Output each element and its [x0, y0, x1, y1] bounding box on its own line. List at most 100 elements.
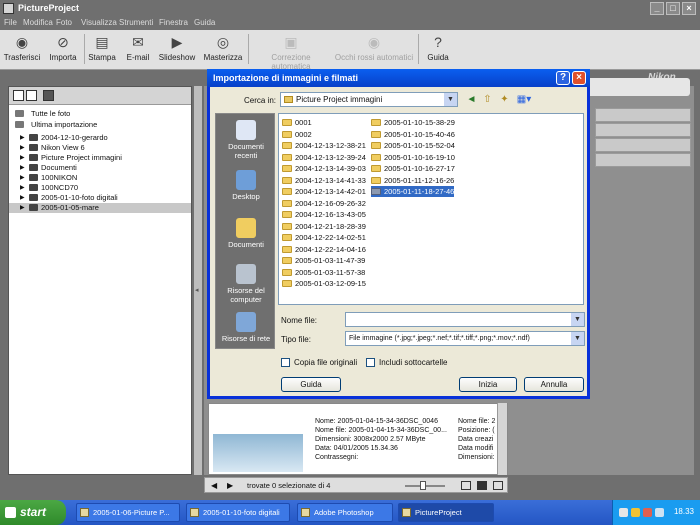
back-icon[interactable]: ◄ — [466, 94, 477, 105]
tree-item[interactable]: ▶ 100NIKON — [9, 173, 191, 183]
slideshow-button[interactable]: ▶ Slideshow — [157, 34, 197, 62]
tray-icon[interactable] — [619, 508, 628, 517]
expand-arrow-icon[interactable]: ▶ — [20, 153, 25, 163]
correzione-automatica-button[interactable]: ▣ Correzione automatica — [252, 34, 330, 71]
checkbox-box[interactable] — [366, 358, 375, 367]
up-folder-icon[interactable]: ⇧ — [482, 94, 493, 105]
zoom-slider-thumb[interactable] — [420, 481, 426, 490]
info-scrollbar[interactable] — [497, 403, 507, 475]
folder-item[interactable]: 2004-12-16-09-26-32 — [282, 198, 366, 209]
panel-splitter[interactable]: ◂ — [194, 86, 202, 475]
tree-item[interactable]: ▶ Documenti — [9, 163, 191, 173]
expand-arrow-icon[interactable]: ▶ — [20, 183, 25, 193]
menu-guida[interactable]: Guida — [194, 18, 215, 27]
menu-file[interactable]: File — [4, 18, 17, 27]
list-view-icon[interactable] — [493, 481, 503, 490]
filename-input[interactable]: ▼ — [345, 312, 585, 327]
thumb-view-icon[interactable] — [477, 481, 487, 490]
folder-item[interactable]: 2005-01-03-11-57-38 — [282, 267, 365, 278]
tray-icon[interactable] — [643, 508, 652, 517]
masterizza-button[interactable]: ◎ Masterizza — [203, 34, 243, 62]
maximize-button[interactable]: □ — [666, 2, 680, 15]
menu-visualizza[interactable]: Visualizza — [81, 18, 117, 27]
dialog-guida-button[interactable]: Guida — [281, 377, 341, 392]
menu-finestra[interactable]: Finestra — [159, 18, 188, 27]
place-documents[interactable]: Documenti — [216, 218, 276, 249]
minimize-button[interactable]: _ — [650, 2, 664, 15]
folder-item[interactable]: 2004-12-22-14-04-16 — [282, 244, 366, 255]
email-button[interactable]: ✉ E-mail — [118, 34, 158, 62]
view-album-icon[interactable] — [43, 90, 54, 101]
expand-arrow-icon[interactable]: ▶ — [20, 133, 25, 143]
place-recent[interactable]: Documenti recenti — [216, 120, 276, 160]
taskbar-task-button[interactable]: PictureProject — [398, 503, 494, 522]
guida-button[interactable]: ? Guida — [418, 34, 458, 62]
folder-item[interactable]: 2005-01-10-16-19-10 — [371, 152, 455, 163]
taskbar-task-button[interactable]: 2005-01-06-Picture P... — [76, 503, 180, 522]
expand-arrow-icon[interactable]: ▶ — [20, 143, 25, 153]
taskbar-task-button[interactable]: 2005-01-10-foto digitali — [186, 503, 290, 522]
folder-item[interactable]: 2005-01-03-11-47-39 — [282, 255, 365, 266]
menu-modifica[interactable]: Modifica — [23, 18, 53, 27]
tray-icon[interactable] — [631, 508, 640, 517]
stampa-button[interactable]: ▤ Stampa — [82, 34, 122, 62]
close-button[interactable]: × — [682, 2, 696, 15]
folder-item[interactable]: 2004-12-13-12-38-21 — [282, 140, 366, 151]
look-in-dropdown[interactable]: Picture Project immagini ▼ — [280, 92, 458, 107]
folder-item[interactable]: 2005-01-10-16-27-17 — [371, 163, 455, 174]
place-desktop[interactable]: Desktop — [216, 170, 276, 201]
view-list-icon[interactable] — [26, 90, 37, 101]
menu-strumenti[interactable]: Strumenti — [119, 18, 153, 27]
view-menu-icon[interactable]: ▦▾ — [515, 94, 533, 105]
side-tab[interactable] — [595, 108, 691, 122]
photo-thumbnail[interactable] — [213, 434, 303, 472]
place-my-computer[interactable]: Risorse del computer — [216, 264, 276, 304]
folder-item[interactable]: 2005-01-11-12-16-26 — [371, 175, 454, 186]
tree-last-import[interactable]: Ultima importazione — [9, 120, 191, 130]
expand-arrow-icon[interactable]: ▶ — [20, 193, 25, 203]
folder-item[interactable]: 2004-12-13-12-39-24 — [282, 152, 366, 163]
start-button[interactable]: start — [0, 500, 66, 525]
folder-item[interactable]: 2004-12-13-14-42-01 — [282, 186, 366, 197]
chevron-down-icon[interactable]: ▼ — [571, 313, 584, 326]
next-arrow-icon[interactable]: ▶ — [227, 481, 233, 490]
grid-view-icon[interactable] — [461, 481, 471, 490]
side-tab[interactable] — [595, 153, 691, 167]
folder-item[interactable]: 2005-01-10-15-38-29 — [371, 117, 455, 128]
folder-item[interactable]: 2004-12-21-18-28-39 — [282, 221, 366, 232]
occhi-rossi-button[interactable]: ◉ Occhi rossi automatici — [334, 34, 414, 62]
tree-item[interactable]: ▶ 2004-12-10-gerardo — [9, 133, 191, 143]
folder-item[interactable]: 2004-12-13-14-39-03 — [282, 163, 366, 174]
chevron-down-icon[interactable]: ▼ — [571, 332, 584, 345]
copy-originals-checkbox[interactable]: Copia file originali — [281, 358, 357, 367]
chevron-down-icon[interactable]: ▼ — [444, 93, 457, 106]
dialog-help-button[interactable]: ? — [556, 71, 570, 85]
trasferisci-button[interactable]: ◉ Trasferisci — [2, 34, 42, 62]
expand-arrow-icon[interactable]: ▶ — [20, 163, 25, 173]
checkbox-box[interactable] — [281, 358, 290, 367]
folder-item[interactable]: 0001 — [282, 117, 312, 128]
new-folder-icon[interactable]: ✦ — [499, 94, 510, 105]
expand-arrow-icon[interactable]: ▶ — [20, 173, 25, 183]
include-subfolders-checkbox[interactable]: Includi sottocartelle — [366, 358, 447, 367]
tree-item[interactable]: ▶ Picture Project immagini — [9, 153, 191, 163]
inizia-button[interactable]: Inizia — [459, 377, 517, 392]
tree-item[interactable]: ▶ 100NCD70 — [9, 183, 191, 193]
folder-item[interactable]: 2004-12-13-14-41-33 — [282, 175, 366, 186]
side-tab[interactable] — [595, 123, 691, 137]
annulla-button[interactable]: Annulla — [524, 377, 584, 392]
folder-item[interactable]: 2005-01-03-12-09-15 — [282, 278, 366, 289]
tree-item[interactable]: ▶ Nikon View 6 — [9, 143, 191, 153]
tree-item[interactable]: ▶ 2005-01-05-mare — [9, 203, 191, 213]
folder-item[interactable]: 2005-01-10-15-52-04 — [371, 140, 455, 151]
folder-item[interactable]: 2004-12-22-14-02-51 — [282, 232, 366, 243]
menu-foto[interactable]: Foto — [56, 18, 72, 27]
folder-item[interactable]: 2005-01-11-18-27-46 — [371, 186, 455, 197]
collapse-arrow-icon[interactable]: ◂ — [195, 286, 199, 294]
folder-item[interactable]: 2004-12-16-13-43-05 — [282, 209, 366, 220]
side-tab[interactable] — [595, 138, 691, 152]
folder-item[interactable]: 2005-01-10-15-40-46 — [371, 129, 455, 140]
place-network[interactable]: Risorse di rete — [216, 312, 276, 343]
folder-item[interactable]: 0002 — [282, 129, 312, 140]
filetype-select[interactable]: File immagine (*.jpg;*.jpeg;*.nef;*.tif;… — [345, 331, 585, 346]
